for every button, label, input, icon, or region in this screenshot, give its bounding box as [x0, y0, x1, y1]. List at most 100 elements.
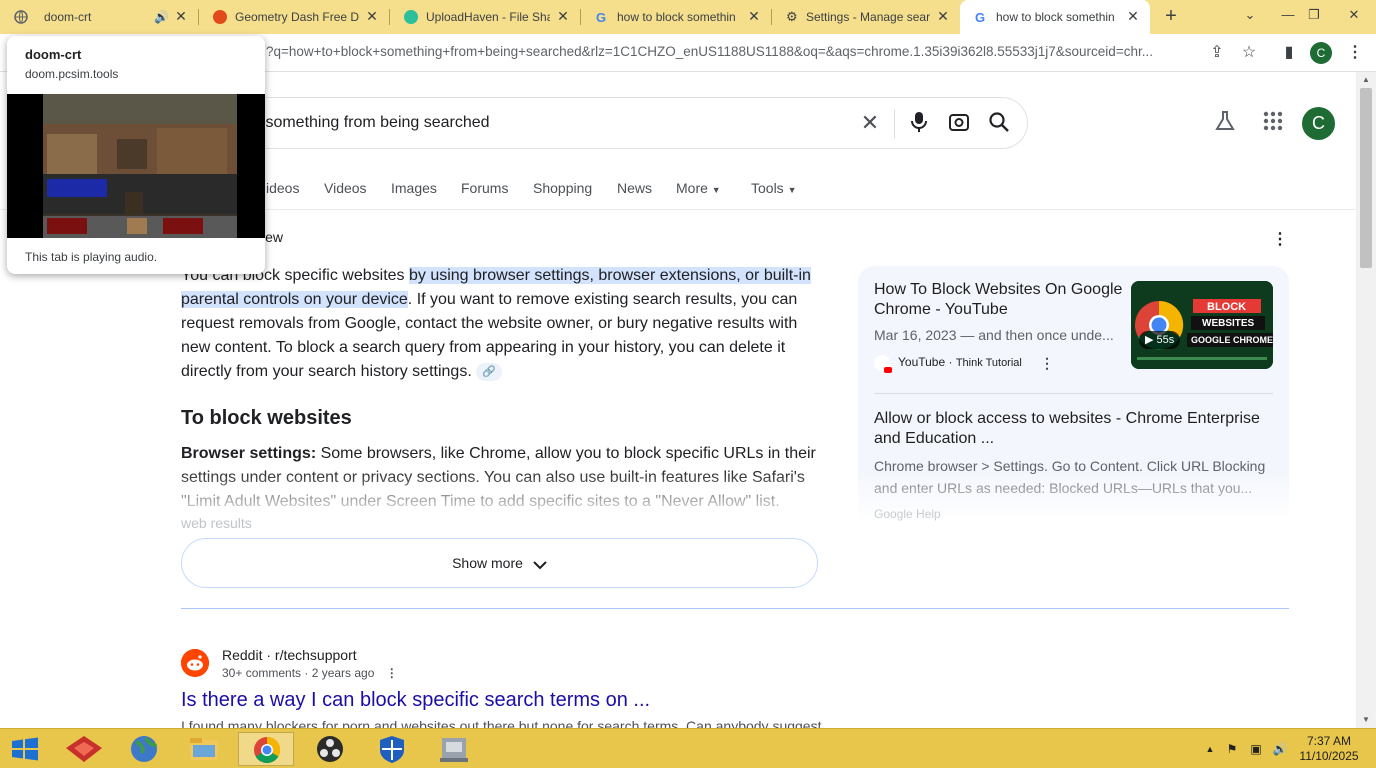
search-box-divider [894, 110, 895, 138]
video-duration: 55s [1156, 334, 1175, 346]
chevron-down-icon [533, 540, 547, 588]
filter-tools-label: Tools [751, 180, 784, 196]
enterprise-card-title[interactable]: Allow or block access to websites - Chro… [874, 409, 1274, 449]
close-icon[interactable]: ✕ [1126, 9, 1140, 23]
card-divider [874, 393, 1273, 394]
channel-name: Think Tutorial [955, 357, 1022, 370]
search-input[interactable]: k something from being searched [253, 114, 490, 132]
speaker-icon[interactable]: 🔊 [154, 10, 169, 24]
file-explorer-icon[interactable] [176, 732, 232, 766]
tab-hover-card: doom-crt doom.pcsim.tools This tab is pl… [7, 36, 265, 274]
scroll-down-arrow-icon[interactable]: ▼ [1360, 714, 1372, 726]
new-tab-button[interactable]: + [1160, 6, 1182, 28]
start-button[interactable] [0, 732, 50, 766]
result-site: Reddit · r/techsupport [222, 647, 357, 663]
window-close-button[interactable]: ✕ [1340, 3, 1368, 27]
taskbar-tool-app-icon[interactable] [426, 732, 482, 766]
ai-overview-label: iew [262, 229, 284, 245]
section-heading: To block websites [181, 407, 352, 429]
google-apps-icon[interactable] [1262, 110, 1288, 136]
tab-google-search-active[interactable]: G how to block somethin ✕ [960, 0, 1150, 34]
close-icon[interactable]: ✕ [556, 9, 570, 23]
clock-date: 11/10/2025 [1299, 749, 1359, 763]
labs-flask-icon[interactable] [1212, 110, 1238, 136]
more-options-icon[interactable]: ⋮ [386, 666, 398, 680]
tab-strip: doom-crt 🔊 ✕ Geometry Dash Free Do ✕ Upl… [0, 0, 1376, 34]
scroll-thumb[interactable] [1360, 88, 1372, 268]
network-icon[interactable]: ▣ [1248, 741, 1264, 757]
side-panel-icon[interactable]: ▮ [1278, 42, 1300, 64]
tab-preview-image [7, 94, 265, 238]
microphone-icon[interactable] [907, 111, 931, 135]
scroll-up-arrow-icon[interactable]: ▲ [1360, 74, 1372, 86]
thumb-text-1: BLOCK [1207, 301, 1247, 313]
volume-icon[interactable]: 🔊 [1272, 741, 1288, 757]
profile-avatar-button[interactable]: C [1310, 42, 1332, 64]
youtube-icon [874, 355, 892, 373]
video-card-snippet: Mar 16, 2023 — and then once unde... [874, 327, 1114, 343]
hover-card-domain: doom.pcsim.tools [25, 67, 119, 81]
video-card-source: YouTube · Think Tutorial [874, 355, 1022, 373]
filter-news[interactable]: News [617, 180, 652, 196]
more-options-icon[interactable]: ⋮ [1040, 355, 1054, 372]
bookmark-star-icon[interactable]: ☆ [1238, 42, 1260, 64]
result-meta-text: 30+ comments · 2 years ago [222, 666, 375, 680]
show-hidden-icons-icon[interactable]: ▲ [1202, 741, 1218, 757]
google-icon: G [974, 10, 988, 25]
tab-label: how to block somethin [617, 10, 736, 24]
result-title-link[interactable]: Is there a way I can block specific sear… [181, 689, 650, 712]
close-icon[interactable]: ✕ [936, 9, 950, 23]
filter-forums[interactable]: Forums [461, 180, 508, 196]
clock-time: 7:37 AM [1306, 734, 1352, 748]
filter-shopping[interactable]: Shopping [533, 180, 592, 196]
video-card-title[interactable]: How To Block Websites On Google Chrome -… [874, 280, 1124, 320]
video-duration-badge: ▶ 55s [1139, 331, 1181, 349]
camera-lens-icon[interactable] [947, 111, 971, 135]
tab-label: Geometry Dash Free Do [235, 10, 359, 24]
clear-search-icon[interactable]: ✕ [858, 111, 882, 135]
tab-google-search[interactable]: G how to block somethin ✕ [581, 0, 771, 34]
show-more-button[interactable]: Show more [181, 538, 818, 588]
google-icon: G [595, 10, 609, 25]
page-scrollbar[interactable]: ▲ ▼ [1356, 72, 1376, 728]
more-options-icon[interactable]: ⋮ [1272, 229, 1288, 248]
filter-short-videos[interactable]: ideos [266, 180, 299, 196]
taskbar-clock[interactable]: 7:37 AM 11/10/2025 [1294, 734, 1364, 764]
tab-settings[interactable]: ⚙ Settings - Manage sear ✕ [772, 0, 960, 34]
account-avatar[interactable]: C [1302, 107, 1335, 140]
filter-videos[interactable]: Videos [324, 180, 367, 196]
hover-card-status: This tab is playing audio. [25, 250, 158, 264]
browser-menu-icon[interactable]: ⋮ [1344, 42, 1366, 64]
address-bar[interactable]: ?q=how+to+block+something+from+being+sea… [266, 44, 1196, 62]
filter-tools[interactable]: Tools ▼ [751, 180, 797, 196]
search-icon[interactable] [987, 111, 1011, 135]
geometry-dash-icon [213, 10, 227, 24]
close-icon[interactable]: ✕ [747, 9, 761, 23]
svg-text:G: G [975, 10, 985, 24]
search-box[interactable]: k something from being searched ✕ [190, 97, 1028, 149]
defender-shield-icon[interactable] [364, 732, 420, 766]
tab-search-chevron-icon[interactable]: ⌄ [1236, 3, 1264, 27]
close-icon[interactable]: ✕ [174, 9, 188, 23]
faded-source: Google Help [874, 507, 941, 521]
share-icon[interactable]: ⇪ [1206, 42, 1228, 64]
restore-button[interactable]: ❐ [1300, 3, 1328, 27]
result-meta: 30+ comments · 2 years ago ⋮ [222, 666, 398, 680]
tab-geometry-dash[interactable]: Geometry Dash Free Do ✕ [199, 0, 389, 34]
result-snippet: I found many blockers for porn and websi… [181, 718, 822, 728]
action-center-flag-icon[interactable]: ⚑ [1224, 741, 1240, 757]
faded-text: web results [181, 515, 252, 531]
tab-doom-crt[interactable]: doom-crt 🔊 ✕ [0, 0, 198, 34]
obs-icon[interactable] [302, 732, 358, 766]
minimize-button[interactable]: — [1274, 3, 1302, 27]
taskbar-globe-app-icon[interactable] [116, 732, 172, 766]
link-icon[interactable]: 🔗 [476, 362, 503, 381]
filter-images[interactable]: Images [391, 180, 437, 196]
hover-card-title: doom-crt [25, 47, 82, 62]
close-icon[interactable]: ✕ [365, 9, 379, 23]
tab-uploadhaven[interactable]: UploadHaven - File Sha ✕ [390, 0, 580, 34]
filter-more[interactable]: More ▼ [676, 180, 721, 196]
chrome-taskbar-icon[interactable] [238, 732, 294, 766]
video-thumbnail[interactable]: BLOCK WEBSITES GOOGLE CHROME ▶ 55s [1131, 281, 1273, 369]
taskbar-app-red-icon[interactable] [56, 732, 112, 766]
